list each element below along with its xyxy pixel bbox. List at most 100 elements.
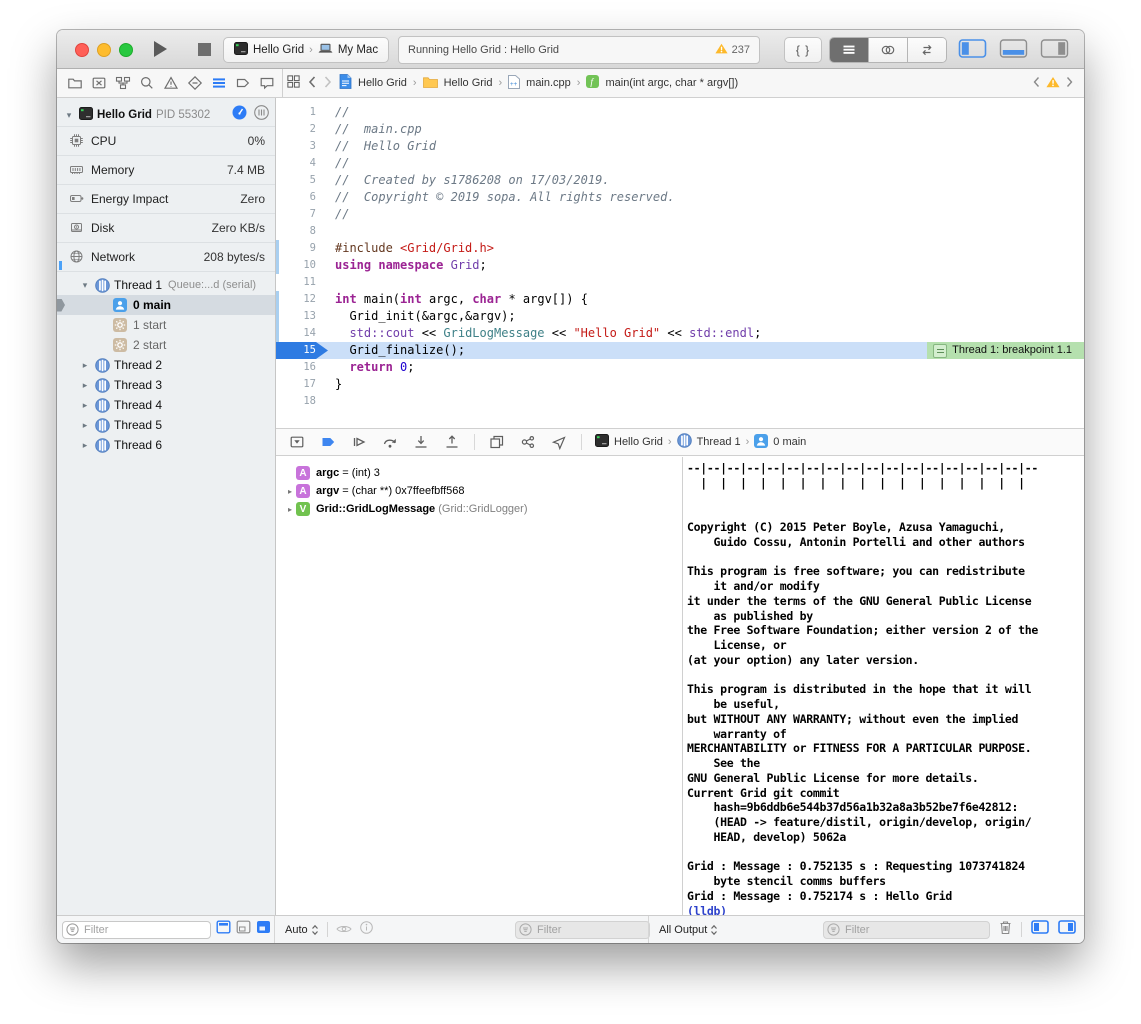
code-line[interactable]: 18 xyxy=(276,393,1084,410)
toggle-navigator-button[interactable] xyxy=(957,37,987,60)
memory-graph-button[interactable] xyxy=(519,434,537,450)
activity-viewer[interactable]: Running Hello Grid : Hello Grid 237 xyxy=(398,36,760,64)
process-row[interactable]: ▾ Hello Grid PID 55302 xyxy=(57,98,275,127)
gauge-row-energy[interactable]: Energy ImpactZero xyxy=(57,185,275,214)
console-output-selector[interactable]: All Output xyxy=(659,924,718,936)
line-number[interactable]: 16 xyxy=(276,359,328,376)
line-number[interactable]: 15 xyxy=(276,342,328,359)
next-issue-button[interactable] xyxy=(1065,76,1074,91)
disclosure-triangle[interactable]: ▸ xyxy=(79,440,91,451)
debug-view-hierarchy-button[interactable] xyxy=(488,434,506,450)
variable-row[interactable]: Aargc = (int) 3 xyxy=(276,464,681,482)
version-editor-button[interactable] xyxy=(908,38,946,62)
project-navigator-icon[interactable] xyxy=(64,73,85,93)
quicklook-eye-icon[interactable] xyxy=(336,921,352,939)
code-line[interactable]: 2// main.cpp xyxy=(276,121,1084,138)
thread-row[interactable]: ▸Thread 4 xyxy=(57,395,275,415)
debug-jump-thread[interactable]: Thread 1 xyxy=(697,436,741,448)
disclosure-triangle[interactable]: ▸ xyxy=(79,380,91,391)
breakpoints-toggle-button[interactable] xyxy=(319,434,337,450)
thread-row[interactable]: ▸Thread 5 xyxy=(57,415,275,435)
clear-console-button[interactable] xyxy=(999,920,1012,940)
performance-gauges-icon[interactable] xyxy=(232,105,247,123)
code-line[interactable]: 15 Grid_finalize();Thread 1: breakpoint … xyxy=(276,342,1084,359)
library-button[interactable]: { } xyxy=(784,37,822,63)
run-button[interactable] xyxy=(143,38,177,60)
threads-view-icon[interactable] xyxy=(254,105,269,123)
line-number[interactable]: 8 xyxy=(276,223,328,240)
step-over-button[interactable] xyxy=(381,434,399,450)
debug-jump-process[interactable]: Hello Grid xyxy=(614,436,663,448)
code-line[interactable]: 13 Grid_init(&argc,&argv); xyxy=(276,308,1084,325)
code-line[interactable]: 11 xyxy=(276,274,1084,291)
related-items-icon[interactable] xyxy=(286,74,301,92)
hide-debug-area-button[interactable] xyxy=(288,434,306,450)
line-number[interactable]: 13 xyxy=(276,308,328,325)
scheme-selector[interactable]: Hello Grid › My Mac xyxy=(223,37,389,63)
code-line[interactable]: 7// xyxy=(276,206,1084,223)
source-editor[interactable]: 1//2// main.cpp3// Hello Grid4//5// Crea… xyxy=(276,98,1084,428)
disclosure-triangle[interactable]: ▸ xyxy=(79,360,91,371)
minimize-button[interactable] xyxy=(97,43,111,57)
disclosure-triangle[interactable]: ▾ xyxy=(63,110,75,121)
variable-row[interactable]: ▸Aargv = (char **) 0x7ffeefbff568 xyxy=(276,482,681,500)
show-stack-frames-toggle[interactable] xyxy=(236,920,251,939)
line-number[interactable]: 5 xyxy=(276,172,328,189)
line-number[interactable]: 2 xyxy=(276,121,328,138)
gauge-row-memory[interactable]: Memory7.4 MB xyxy=(57,156,275,185)
code-line[interactable]: 6// Copyright © 2019 sopa. All rights re… xyxy=(276,189,1084,206)
gauge-row-network[interactable]: Network208 bytes/s xyxy=(57,243,275,272)
toggle-variables-view-button[interactable] xyxy=(1031,920,1049,939)
zoom-button[interactable] xyxy=(119,43,133,57)
toggle-debug-area-button[interactable] xyxy=(998,37,1028,60)
variables-view[interactable]: Aargc = (int) 3▸Aargv = (char **) 0x7ffe… xyxy=(276,457,681,915)
stack-frame-row[interactable]: 2 start xyxy=(57,335,275,355)
symbol-navigator-icon[interactable] xyxy=(112,73,133,93)
source-control-navigator-icon[interactable] xyxy=(88,73,109,93)
assistant-editor-button[interactable] xyxy=(869,38,908,62)
debug-jump-frame[interactable]: 0 main xyxy=(773,436,806,448)
line-number[interactable]: 3 xyxy=(276,138,328,155)
thread-row[interactable]: ▸Thread 2 xyxy=(57,355,275,375)
line-number[interactable]: 11 xyxy=(276,274,328,291)
line-number[interactable]: 7 xyxy=(276,206,328,223)
breadcrumb-symbol[interactable]: main(int argc, char * argv[]) xyxy=(605,77,738,89)
debug-navigator-icon[interactable] xyxy=(208,73,229,93)
show-running-toggle[interactable] xyxy=(216,920,231,939)
step-into-button[interactable] xyxy=(412,434,430,450)
breadcrumb-project[interactable]: Hello Grid xyxy=(358,77,407,89)
line-number[interactable]: 10 xyxy=(276,257,328,274)
breadcrumb-group[interactable]: Hello Grid xyxy=(444,77,493,89)
forward-button[interactable] xyxy=(323,75,333,92)
code-line[interactable]: 4// xyxy=(276,155,1084,172)
previous-issue-button[interactable] xyxy=(1032,76,1041,91)
line-number[interactable]: 1 xyxy=(276,104,328,121)
code-line[interactable]: 8 xyxy=(276,223,1084,240)
close-button[interactable] xyxy=(75,43,89,57)
breadcrumb-file[interactable]: main.cpp xyxy=(526,77,571,89)
breakpoint-annotation[interactable]: Thread 1: breakpoint 1.1 xyxy=(927,342,1084,359)
code-line[interactable]: 5// Created by s1786208 on 17/03/2019. xyxy=(276,172,1084,189)
line-number[interactable]: 4 xyxy=(276,155,328,172)
toggle-console-view-button[interactable] xyxy=(1058,920,1076,939)
line-number[interactable]: 9 xyxy=(276,240,328,257)
line-number[interactable]: 14 xyxy=(276,325,328,342)
standard-editor-button[interactable] xyxy=(830,38,869,62)
simulate-location-button[interactable] xyxy=(550,434,568,450)
info-icon[interactable] xyxy=(360,921,373,939)
continue-button[interactable] xyxy=(350,434,368,450)
disclosure-triangle[interactable]: ▸ xyxy=(79,400,91,411)
code-line[interactable]: 17} xyxy=(276,376,1084,393)
gauge-row-disk[interactable]: DiskZero KB/s xyxy=(57,214,275,243)
line-number[interactable]: 6 xyxy=(276,189,328,206)
breakpoint-navigator-icon[interactable] xyxy=(232,73,253,93)
warning-badge[interactable]: 237 xyxy=(715,43,750,57)
stack-frame-row[interactable]: 0 main xyxy=(57,295,275,315)
stack-frame-row[interactable]: 1 start xyxy=(57,315,275,335)
code-line[interactable]: 9#include <Grid/Grid.h> xyxy=(276,240,1084,257)
back-button[interactable] xyxy=(307,75,317,92)
disclosure-triangle[interactable]: ▾ xyxy=(79,280,91,291)
navigator-filter-input[interactable] xyxy=(62,921,211,939)
variable-row[interactable]: ▸VGrid::GridLogMessage (Grid::GridLogger… xyxy=(276,500,681,518)
variables-scope-selector[interactable]: Auto xyxy=(285,924,319,936)
